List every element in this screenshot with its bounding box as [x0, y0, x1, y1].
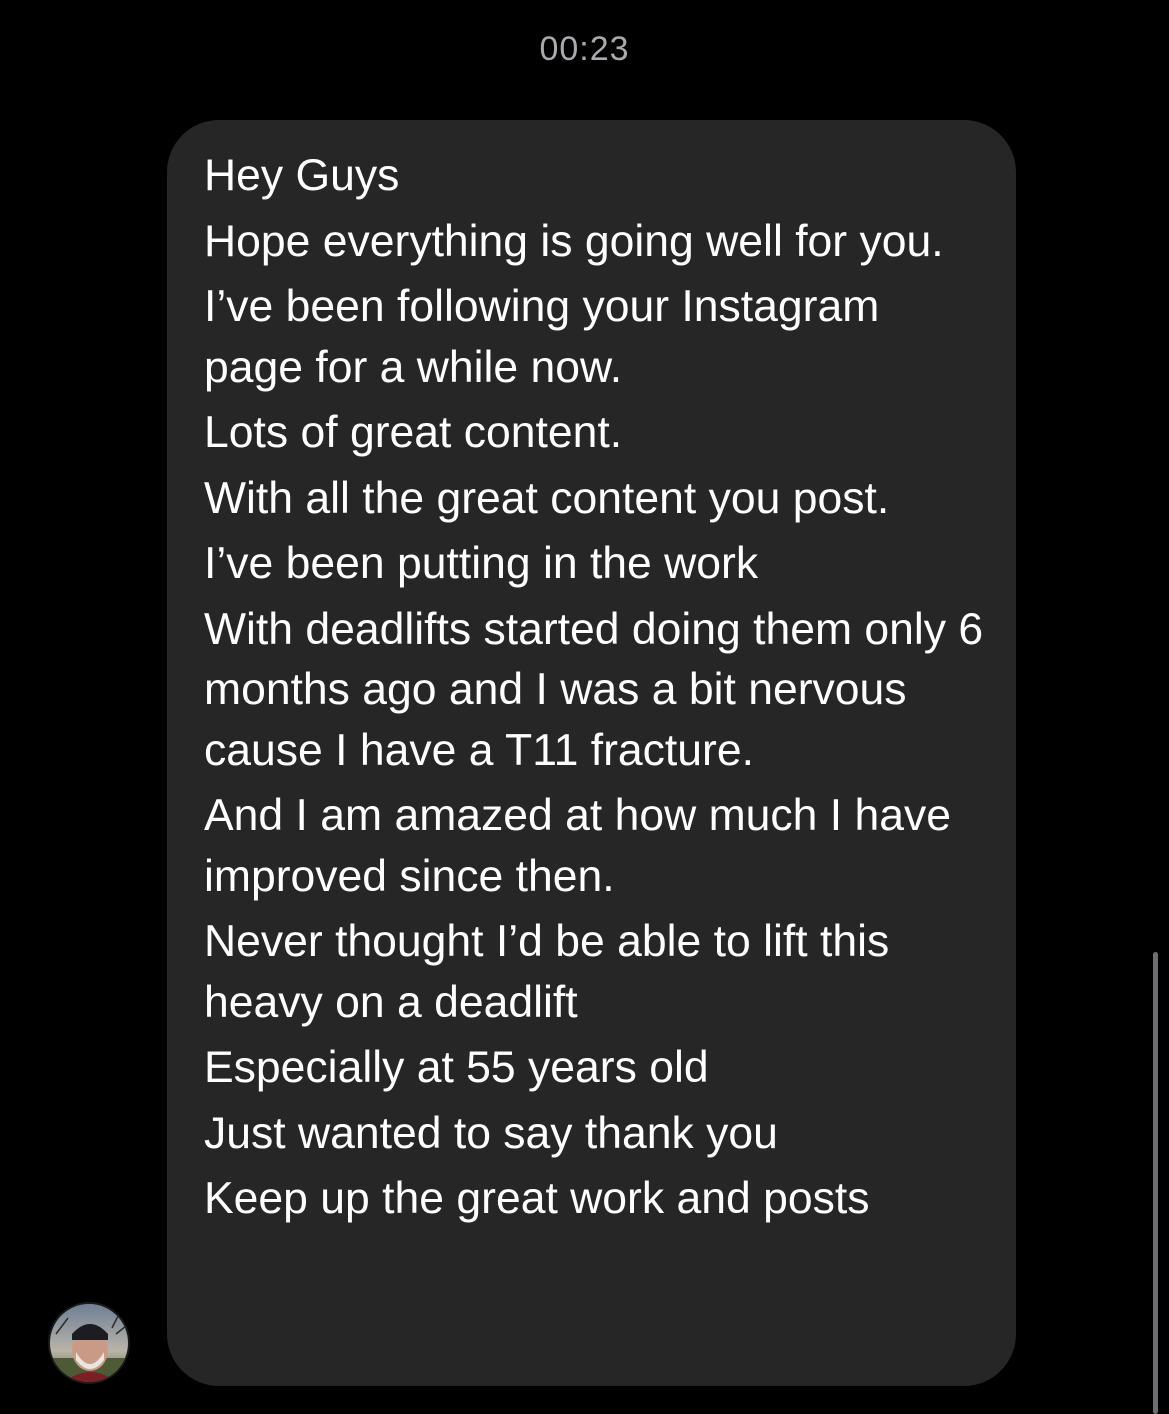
message-line: Never thought I’d be able to lift this h…	[204, 917, 890, 1027]
message-bubble[interactable]: Hey Guys Hope everything is going well f…	[167, 120, 1016, 1386]
message-line: I’ve been following your Instagram page …	[204, 282, 880, 392]
message-line: Keep up the great work and posts	[204, 1174, 870, 1223]
message-line: Especially at 55 years old	[204, 1043, 709, 1092]
message-line: Lots of great content.	[204, 408, 623, 457]
sender-avatar[interactable]	[48, 1302, 130, 1384]
avatar-photo-icon	[50, 1304, 128, 1382]
message-line: Hey Guys	[204, 151, 400, 200]
message-line: Hope everything is going well for you.	[204, 216, 944, 266]
message-timestamp: 00:23	[539, 30, 630, 68]
message-line: With all the great content you post.	[204, 473, 890, 523]
scrollbar[interactable]	[1153, 952, 1158, 1414]
message-text: Hey Guys Hope everything is going well f…	[204, 146, 986, 1230]
message-line: I’ve been putting in the work	[204, 539, 759, 588]
message-line: Just wanted to say thank you	[204, 1108, 778, 1158]
message-line: With deadlifts started doing them only 6…	[204, 604, 984, 775]
message-line: And I am amazed at how much I have impro…	[204, 791, 952, 901]
